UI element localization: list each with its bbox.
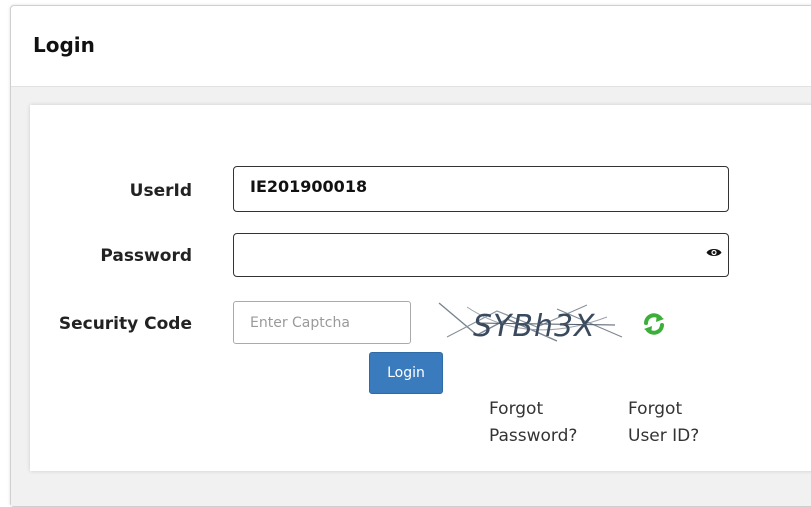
userid-value: IE201900018 [250, 177, 368, 196]
forgot-password-line2: Password? [489, 426, 578, 446]
panel-header: Login [11, 6, 811, 87]
forgot-password-line1: Forgot [489, 399, 544, 419]
forgot-userid-line2: User ID? [628, 426, 700, 446]
security-code-label: Security Code [58, 314, 192, 334]
forgot-userid-line1: Forgot [628, 399, 683, 419]
captcha-text: SYBh3X [473, 309, 596, 344]
login-button[interactable]: Login [369, 352, 443, 394]
refresh-icon[interactable] [642, 313, 666, 335]
password-field[interactable] [233, 233, 729, 277]
page-title: Login [33, 33, 95, 57]
userid-label: UserId [129, 181, 192, 201]
captcha-image: SYBh3X [437, 297, 630, 345]
forgot-password-link[interactable]: Forgot Password? [489, 396, 577, 450]
forgot-userid-link[interactable]: Forgot User ID? [628, 396, 699, 450]
captcha-input[interactable]: Enter Captcha [233, 301, 411, 344]
userid-field[interactable]: IE201900018 [233, 166, 729, 212]
eye-icon[interactable] [706, 247, 722, 258]
password-label: Password [100, 246, 192, 266]
